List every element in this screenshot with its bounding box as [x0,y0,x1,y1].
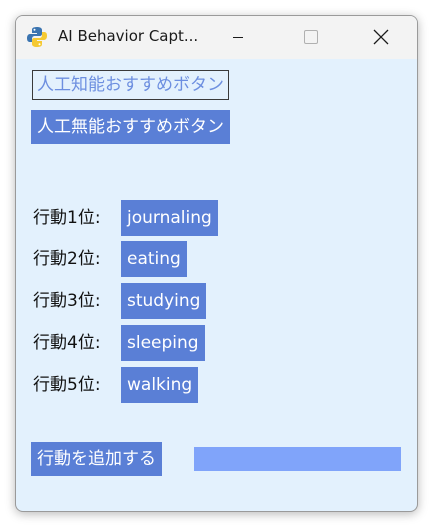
app-window: AI Behavior Capt... 人工知能おすすめボタン 人工無能おすすめ… [15,15,418,512]
close-icon [373,29,389,45]
add-action-button[interactable]: 行動を追加する [31,442,162,476]
action-button-3[interactable]: studying [121,283,207,319]
main-content: 人工知能おすすめボタン 人工無能おすすめボタン 行動1位: journaling… [16,59,417,511]
action-button-4[interactable]: sleeping [121,325,205,361]
action-button-2[interactable]: eating [121,241,187,277]
close-button[interactable] [359,16,405,59]
minimize-button[interactable] [215,16,261,59]
ai-recommend-button[interactable]: 人工知能おすすめボタン [32,70,229,100]
rank-label-4: 行動4位: [33,333,101,353]
maximize-icon [304,30,318,44]
rank-label-1: 行動1位: [33,208,101,228]
window-title: AI Behavior Capt... [58,27,199,45]
python-icon [26,26,48,48]
rank-label-2: 行動2位: [33,249,101,269]
rank-label-5: 行動5位: [33,375,101,395]
maximize-button[interactable] [284,16,330,59]
dumb-recommend-button[interactable]: 人工無能おすすめボタン [31,110,230,144]
rank-label-3: 行動3位: [33,291,101,311]
add-action-input[interactable] [194,447,401,471]
minimize-icon [233,37,243,38]
title-bar[interactable]: AI Behavior Capt... [16,16,417,59]
action-button-1[interactable]: journaling [121,200,218,236]
action-button-5[interactable]: walking [121,367,199,403]
